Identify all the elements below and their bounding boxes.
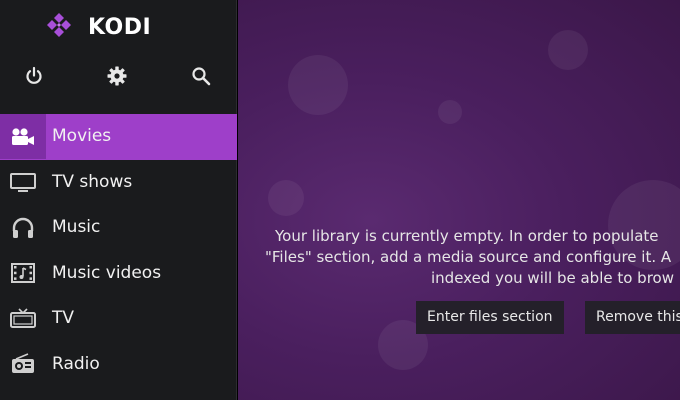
message-line: Your library is currently empty. In orde… bbox=[275, 227, 659, 245]
tv-set-icon bbox=[0, 296, 46, 341]
kodi-app: KODI Movies TV shows Music Music videos … bbox=[0, 0, 680, 400]
message-line: indexed you will be able to brow bbox=[431, 269, 674, 287]
sidebar-item-radio[interactable]: Radio bbox=[0, 342, 237, 388]
headphones-icon bbox=[0, 205, 46, 250]
tv-icon bbox=[0, 160, 46, 205]
sidebar-item-label: Music videos bbox=[52, 262, 162, 283]
top-icon-bar bbox=[0, 60, 237, 92]
sidebar-item-label: TV shows bbox=[52, 171, 133, 192]
background-bokeh bbox=[288, 55, 348, 115]
background-bokeh bbox=[548, 30, 588, 70]
sidebar-item-label: TV bbox=[52, 308, 75, 328]
power-icon bbox=[26, 66, 42, 84]
remove-this-button[interactable]: Remove this bbox=[585, 301, 680, 334]
sidebar-item-music-videos[interactable]: Music videos bbox=[0, 251, 237, 297]
sidebar-item-tv[interactable]: TV bbox=[0, 296, 237, 342]
search-button[interactable] bbox=[185, 60, 217, 92]
main-content: Your library is currently empty. In orde… bbox=[238, 0, 680, 400]
sidebar-item-label: Movies bbox=[52, 126, 112, 146]
message-line: "Files" section, add a media source and … bbox=[265, 248, 672, 266]
sidebar: KODI Movies TV shows Music Music videos … bbox=[0, 0, 237, 400]
radio-icon bbox=[0, 342, 46, 387]
power-button[interactable] bbox=[18, 60, 50, 92]
settings-button[interactable] bbox=[101, 60, 133, 92]
app-name: KODI bbox=[88, 14, 152, 40]
background-bokeh bbox=[268, 180, 304, 216]
kodi-logo-icon bbox=[47, 13, 71, 37]
background-bokeh bbox=[438, 100, 462, 124]
film-strip-icon bbox=[0, 251, 46, 296]
sidebar-item-label: Music bbox=[52, 217, 101, 237]
settings-icon bbox=[107, 66, 127, 86]
sidebar-item-music[interactable]: Music bbox=[0, 205, 237, 251]
sidebar-item-label: Radio bbox=[52, 353, 100, 374]
movie-camera-icon bbox=[0, 114, 46, 159]
sidebar-item-movies[interactable]: Movies bbox=[0, 114, 237, 160]
enter-files-section-button[interactable]: Enter files section bbox=[416, 301, 564, 334]
kodi-logo: KODI bbox=[44, 12, 151, 42]
sidebar-item-tv-shows[interactable]: TV shows bbox=[0, 160, 237, 206]
search-icon bbox=[192, 67, 211, 86]
main-menu: Movies TV shows Music Music videos TV Ra… bbox=[0, 114, 237, 387]
